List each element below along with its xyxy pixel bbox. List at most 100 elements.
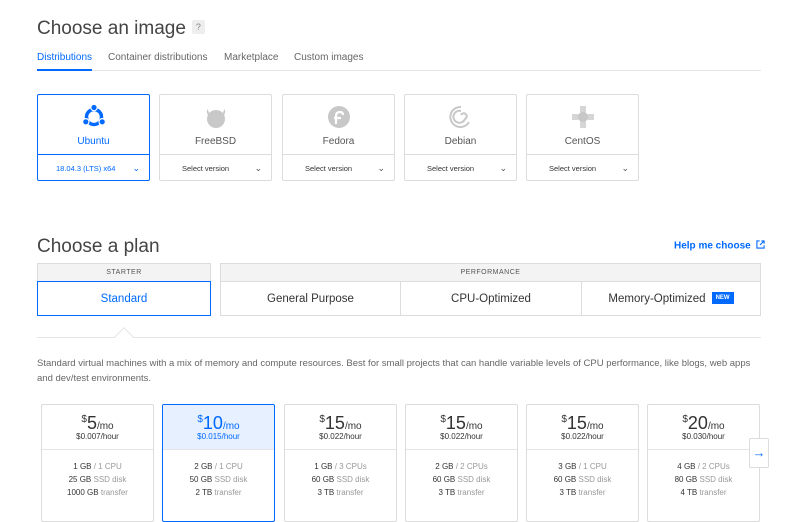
- hourly-amount: $0.022: [319, 432, 344, 441]
- spec-disk: 60 GB SSD disk: [406, 473, 517, 486]
- distro-card-centos[interactable]: CentOS Select version ⌄: [526, 94, 639, 181]
- spec-memory-cpu: 3 GB / 1 CPU: [527, 460, 638, 473]
- distro-name: Ubuntu: [77, 136, 110, 147]
- new-badge: NEW: [711, 291, 734, 304]
- version-select[interactable]: Select version ⌄: [527, 154, 638, 181]
- hourly-unit: /hour: [221, 432, 240, 441]
- spec-memory-cpu: 2 GB / 1 CPU: [163, 460, 274, 473]
- hourly-price: $0.022/hour: [406, 432, 517, 441]
- spec-disk: 80 GB SSD disk: [648, 473, 759, 486]
- price-period: /mo: [707, 421, 725, 432]
- monthly-price: $10/mo: [163, 413, 274, 434]
- spec-transfer-unit: transfer: [457, 488, 485, 497]
- chevron-down-icon: ⌄: [499, 163, 507, 173]
- currency-symbol: $: [319, 414, 325, 425]
- price-card[interactable]: $10/mo $0.015/hour 2 GB / 1 CPU 50 GB SSD d…: [162, 404, 275, 522]
- distro-name: Debian: [444, 136, 477, 147]
- monthly-price: $5/mo: [42, 413, 153, 434]
- hourly-unit: /hour: [100, 432, 119, 441]
- spec-disk-unit: SSD disk: [457, 475, 491, 484]
- spec-memory: 1 GB: [73, 462, 92, 471]
- help-link-label: Help me choose: [674, 240, 751, 252]
- plan-standard[interactable]: Standard: [37, 281, 211, 316]
- plan-specs: 2 GB / 1 CPU 50 GB SSD disk 2 TB transfer: [163, 449, 274, 499]
- starter-group-label: STARTER: [37, 263, 211, 281]
- price-header: $15/mo $0.022/hour: [285, 405, 396, 449]
- price-card[interactable]: $15/mo $0.022/hour 2 GB / 2 CPUs 60 GB SSD …: [405, 404, 518, 522]
- price-amount: 5: [86, 413, 97, 433]
- price-header: $15/mo $0.022/hour: [406, 405, 517, 449]
- spec-memory-cpu: 2 GB / 2 CPUs: [406, 460, 517, 473]
- monthly-price: $15/mo: [406, 413, 517, 434]
- hourly-amount: $0.015: [197, 432, 222, 441]
- spec-disk: 60 GB SSD disk: [527, 473, 638, 486]
- version-select[interactable]: Select version ⌄: [405, 154, 516, 181]
- monthly-price: $15/mo: [527, 413, 638, 434]
- price-period: /mo: [586, 421, 604, 432]
- distro-name: CentOS: [564, 136, 601, 147]
- chevron-down-icon: ⌄: [621, 163, 629, 173]
- plan-specs: 2 GB / 2 CPUs 60 GB SSD disk 3 TB transfer: [406, 449, 517, 499]
- price-period: /mo: [96, 421, 114, 432]
- chevron-down-icon: ⌄: [132, 163, 140, 173]
- price-card[interactable]: $15/mo $0.022/hour 3 GB / 1 CPU 60 GB SSD d…: [526, 404, 639, 522]
- version-label: Select version: [549, 164, 597, 173]
- spec-memory: 2 GB: [194, 462, 213, 471]
- tab-distributions[interactable]: Distributions: [37, 52, 93, 71]
- price-amount: 10: [202, 413, 223, 433]
- spec-memory: 1 GB: [314, 462, 333, 471]
- plan-description: Standard virtual machines with a mix of …: [37, 358, 751, 384]
- hourly-unit: /hour: [585, 432, 604, 441]
- version-label: Select version: [427, 164, 475, 173]
- version-select[interactable]: Select version ⌄: [160, 154, 271, 181]
- arrow-right-icon[interactable]: →: [749, 438, 769, 468]
- version-select[interactable]: 18.04.3 (LTS) x64 ⌄: [38, 154, 149, 181]
- ubuntu-icon: [38, 103, 149, 130]
- price-card[interactable]: $5/mo $0.007/hour 1 GB / 1 CPU 25 GB SSD di…: [41, 404, 154, 522]
- spec-disk: 25 GB SSD disk: [42, 473, 153, 486]
- centos-icon: [527, 104, 638, 130]
- plan-specs: 4 GB / 2 CPUs 80 GB SSD disk 4 TB transfer: [648, 449, 759, 499]
- tab-marketplace[interactable]: Marketplace: [224, 52, 278, 71]
- image-section-title-text: Choose an image: [37, 18, 186, 39]
- spec-disk-size: 60 GB: [432, 475, 456, 484]
- plan-cpu-optimized[interactable]: CPU-Optimized: [400, 281, 582, 316]
- price-card[interactable]: $20/mo $0.030/hour 4 GB / 2 CPUs 80 GB SSD …: [647, 404, 760, 522]
- plan-memory-optimized[interactable]: Memory-Optimized NEW: [581, 281, 761, 316]
- distro-card-fedora[interactable]: Fedora Select version ⌄: [282, 94, 395, 181]
- help-me-choose-link[interactable]: Help me choose: [674, 240, 766, 252]
- spec-transfer-unit: transfer: [100, 488, 128, 497]
- spec-disk-unit: SSD disk: [93, 475, 127, 484]
- divider: [37, 337, 761, 338]
- spec-transfer-unit: transfer: [699, 488, 727, 497]
- distro-card-ubuntu[interactable]: Ubuntu 18.04.3 (LTS) x64 ⌄: [37, 94, 150, 181]
- spec-transfer-size: 1000 GB: [67, 488, 99, 497]
- version-select[interactable]: Select version ⌄: [283, 154, 394, 181]
- plan-general-purpose[interactable]: General Purpose: [220, 281, 401, 316]
- tab-container-distributions[interactable]: Container distributions: [108, 52, 208, 71]
- spec-memory-cpu: 1 GB / 3 CPUs: [285, 460, 396, 473]
- version-label: Select version: [182, 164, 230, 173]
- distro-name: FreeBSD: [194, 136, 237, 147]
- distro-card-debian[interactable]: Debian Select version ⌄: [404, 94, 517, 181]
- price-amount: 15: [324, 413, 345, 433]
- spec-disk-unit: SSD disk: [214, 475, 248, 484]
- price-period: /mo: [465, 421, 483, 432]
- spec-transfer: 3 TB transfer: [285, 486, 396, 499]
- freebsd-icon: [160, 104, 271, 130]
- price-header: $20/mo $0.030/hour: [648, 405, 759, 449]
- price-card[interactable]: $15/mo $0.022/hour 1 GB / 3 CPUs 60 GB SSD …: [284, 404, 397, 522]
- chevron-down-icon: ⌄: [254, 163, 262, 173]
- plan-specs: 1 GB / 3 CPUs 60 GB SSD disk 3 TB transfer: [285, 449, 396, 499]
- plan-memory-label: Memory-Optimized: [608, 293, 706, 305]
- distro-card-freebsd[interactable]: FreeBSD Select version ⌄: [159, 94, 272, 181]
- currency-symbol: $: [81, 414, 87, 425]
- help-question-icon[interactable]: ?: [191, 19, 205, 34]
- distro-name: Fedora: [322, 136, 355, 147]
- spec-transfer-size: 2 TB: [195, 488, 213, 497]
- plan-specs: 3 GB / 1 CPU 60 GB SSD disk 3 TB transfer: [527, 449, 638, 499]
- debian-icon: [405, 104, 516, 130]
- tab-custom-images[interactable]: Custom images: [294, 52, 363, 71]
- currency-symbol: $: [682, 414, 688, 425]
- hourly-amount: $0.030: [682, 432, 707, 441]
